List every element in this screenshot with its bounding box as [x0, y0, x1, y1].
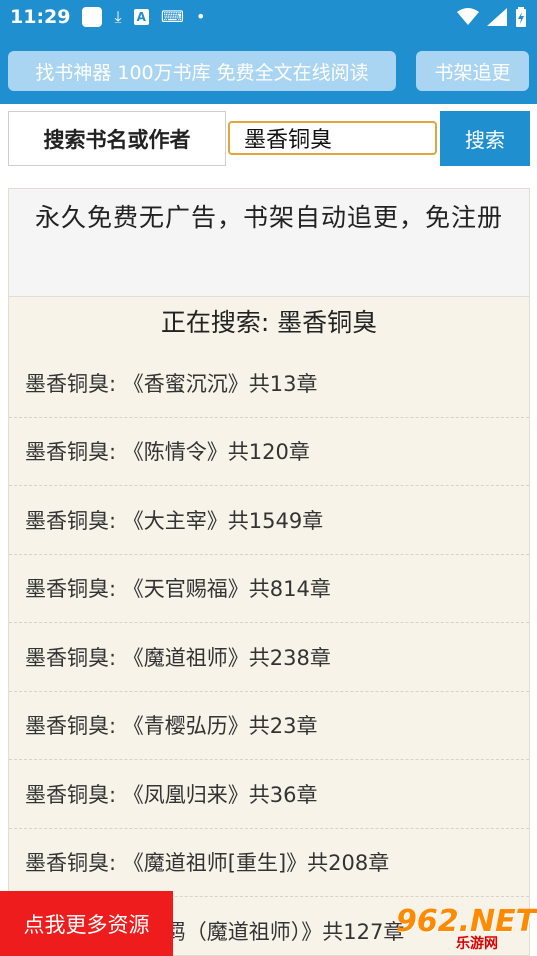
result-item[interactable]: 墨香铜臭: 《大主宰》共1549章 [9, 486, 529, 555]
search-input[interactable] [228, 121, 437, 155]
result-item[interactable]: 墨香铜臭: 《青樱弘历》共23章 [9, 692, 529, 760]
a-icon: A [133, 9, 149, 25]
status-icons-right [457, 7, 527, 27]
result-item[interactable]: 墨香铜臭: 《天官赐福》共814章 [9, 555, 529, 623]
battery-icon [516, 7, 526, 27]
result-item[interactable]: 墨香铜臭: 《陈情令》共120章 [9, 418, 529, 486]
more-resources-button[interactable]: 点我更多资源 [0, 891, 173, 956]
searching-status: 正在搜索: 墨香铜臭 [160, 308, 378, 337]
results-panel: 永久免费无广告，书架自动追更，免注册 正在搜索: 墨香铜臭 墨香铜臭: 《香蜜沉… [8, 188, 530, 956]
status-icons-left: ⤓ A ⌨ • [82, 7, 205, 27]
watermark-sub: 乐游网 [456, 936, 498, 952]
notice-text: 永久免费无广告，书架自动追更，免注册 [9, 189, 529, 297]
status-time: 11:29 [10, 6, 71, 28]
results-list: 墨香铜臭: 《香蜜沉沉》共13章 墨香铜臭: 《陈情令》共120章 墨香铜臭: … [9, 349, 529, 955]
signal-icon [487, 8, 507, 26]
result-item[interactable]: 墨香铜臭: 《凤凰归来》共36章 [9, 760, 529, 829]
keyboard-icon: ⌨ [160, 7, 184, 26]
search-label: 搜索书名或作者 [8, 111, 226, 166]
watermark-logo: 962.NET 乐游网 [396, 906, 536, 954]
app-icon [82, 7, 103, 27]
result-item[interactable]: 墨香铜臭: 《香蜜沉沉》共13章 [9, 349, 529, 418]
status-bar: 11:29 ⤓ A ⌨ • [0, 0, 537, 34]
banner-button[interactable]: 找书神器 100万书库 免费全文在线阅读 [8, 51, 396, 91]
watermark-main: 962.NET [396, 904, 537, 939]
result-item[interactable]: 墨香铜臭: 《魔道祖师[重生]》共208章 [9, 829, 529, 897]
wifi-icon [457, 8, 479, 25]
search-button[interactable]: 搜索 [440, 111, 530, 166]
dot-icon: • [195, 7, 206, 26]
top-bar: 找书神器 100万书库 免费全文在线阅读 书架追更 [0, 34, 537, 104]
download-icon: ⤓ [114, 7, 122, 26]
search-row: 搜索书名或作者 搜索 [8, 111, 530, 166]
result-item[interactable]: 墨香铜臭: 《魔道祖师》共238章 [9, 623, 529, 692]
bookshelf-button[interactable]: 书架追更 [416, 51, 529, 91]
